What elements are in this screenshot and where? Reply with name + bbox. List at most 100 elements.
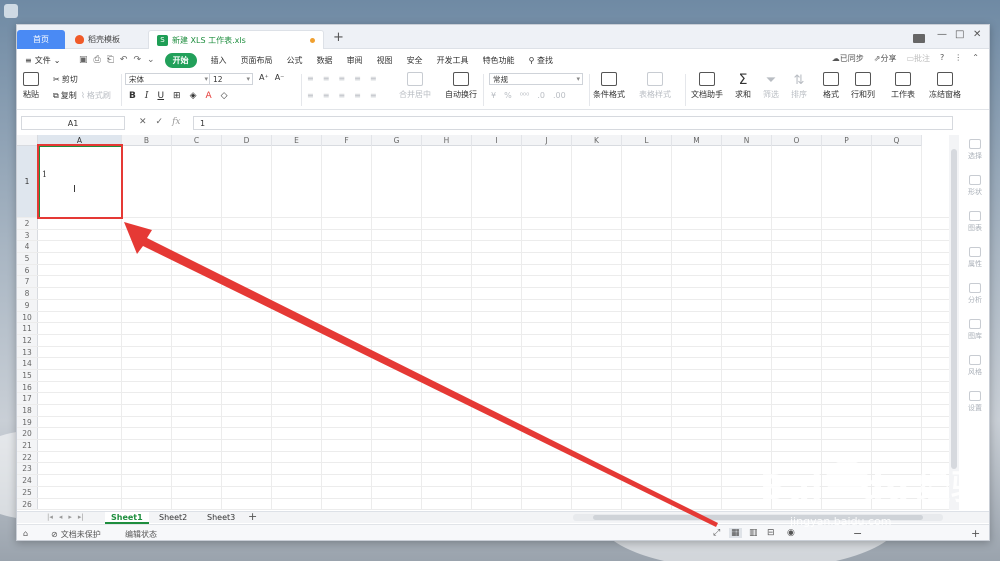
align-center-icon[interactable]: ≡: [323, 91, 330, 100]
row-header-10[interactable]: 10: [17, 311, 38, 323]
cell[interactable]: [672, 299, 722, 311]
cell[interactable]: [322, 463, 372, 475]
cell[interactable]: [422, 253, 472, 264]
cell[interactable]: [372, 369, 422, 381]
cell[interactable]: [672, 451, 722, 463]
cell[interactable]: [172, 475, 222, 486]
cell[interactable]: [872, 253, 922, 264]
cell[interactable]: [122, 299, 172, 311]
cell[interactable]: [622, 463, 672, 475]
cell[interactable]: [172, 229, 222, 241]
tablet-mode-icon[interactable]: [913, 34, 925, 43]
cell[interactable]: [722, 358, 772, 369]
cell[interactable]: [322, 451, 372, 463]
cell[interactable]: [522, 358, 572, 369]
cell[interactable]: [772, 381, 822, 393]
row-header-18[interactable]: 18: [17, 405, 38, 416]
cell[interactable]: [872, 346, 922, 358]
cell[interactable]: [372, 405, 422, 416]
copy-button[interactable]: ⧉ 复制: [53, 90, 77, 101]
cell[interactable]: [122, 358, 172, 369]
cell[interactable]: [422, 218, 472, 229]
cell[interactable]: [872, 381, 922, 393]
cell[interactable]: [622, 428, 672, 440]
cut-button[interactable]: ✂ 剪切: [53, 74, 78, 85]
cell[interactable]: [172, 463, 222, 475]
cell[interactable]: [472, 440, 522, 451]
cell[interactable]: [222, 229, 272, 241]
cell[interactable]: [722, 241, 772, 253]
side-chart[interactable]: 图表: [968, 211, 982, 233]
cell[interactable]: [522, 416, 572, 428]
cell[interactable]: [172, 146, 222, 217]
cell[interactable]: [572, 299, 622, 311]
cell[interactable]: [872, 416, 922, 428]
cell[interactable]: [622, 276, 672, 288]
cell[interactable]: [572, 229, 622, 241]
cell[interactable]: [672, 428, 722, 440]
row-header-5[interactable]: 5: [17, 253, 38, 264]
cell[interactable]: [222, 346, 272, 358]
cell[interactable]: [38, 416, 122, 428]
cell[interactable]: [172, 334, 222, 346]
cell[interactable]: [522, 346, 572, 358]
cell[interactable]: [122, 276, 172, 288]
cell[interactable]: [422, 299, 472, 311]
cell[interactable]: [372, 451, 422, 463]
print-preview-icon[interactable]: ⎗: [107, 55, 114, 65]
cell[interactable]: [572, 288, 622, 299]
cell[interactable]: [272, 381, 322, 393]
cell[interactable]: [422, 229, 472, 241]
cell[interactable]: [38, 369, 122, 381]
side-select[interactable]: 选择: [968, 139, 982, 161]
cell[interactable]: [222, 146, 272, 217]
cell[interactable]: [472, 393, 522, 404]
cell[interactable]: [172, 311, 222, 323]
cell[interactable]: [272, 475, 322, 486]
cell[interactable]: [372, 440, 422, 451]
cell[interactable]: [822, 299, 872, 311]
cell[interactable]: [672, 369, 722, 381]
cell[interactable]: [372, 498, 422, 510]
number-format-select[interactable]: 常规: [489, 73, 583, 85]
cell[interactable]: [522, 440, 572, 451]
column-header-i[interactable]: I: [472, 135, 522, 146]
cell[interactable]: [38, 241, 122, 253]
cell[interactable]: [272, 440, 322, 451]
cell[interactable]: [572, 346, 622, 358]
cell[interactable]: [572, 253, 622, 264]
cell[interactable]: [772, 428, 822, 440]
cell[interactable]: [322, 440, 372, 451]
cell[interactable]: [472, 486, 522, 498]
eye-protect-icon[interactable]: ◉: [787, 528, 795, 538]
format-button[interactable]: 格式: [823, 72, 839, 100]
cell[interactable]: [222, 311, 272, 323]
cell[interactable]: [272, 276, 322, 288]
cell[interactable]: [822, 288, 872, 299]
cell[interactable]: [372, 416, 422, 428]
confirm-icon[interactable]: ✓: [156, 117, 164, 127]
font-size-select[interactable]: 12: [209, 73, 253, 85]
distribute-icon[interactable]: ≡: [370, 91, 377, 100]
cell[interactable]: [572, 498, 622, 510]
cell[interactable]: [772, 146, 822, 217]
cell[interactable]: [622, 299, 672, 311]
vertical-scroll-thumb[interactable]: [951, 149, 957, 469]
row-header-20[interactable]: 20: [17, 428, 38, 440]
cell[interactable]: [772, 393, 822, 404]
cell[interactable]: [872, 405, 922, 416]
help-icon[interactable]: ?: [940, 53, 944, 64]
cell[interactable]: [572, 276, 622, 288]
filter-button[interactable]: ⏷ 筛选: [763, 72, 779, 100]
cell[interactable]: [122, 451, 172, 463]
cell[interactable]: [522, 229, 572, 241]
cell[interactable]: [322, 416, 372, 428]
cell[interactable]: [672, 416, 722, 428]
cell[interactable]: [172, 288, 222, 299]
column-header-q[interactable]: Q: [872, 135, 922, 146]
column-header-c[interactable]: C: [172, 135, 222, 146]
cell[interactable]: [672, 440, 722, 451]
cell[interactable]: [522, 218, 572, 229]
increase-decimal-icon[interactable]: .0: [537, 91, 545, 100]
cell[interactable]: [872, 218, 922, 229]
